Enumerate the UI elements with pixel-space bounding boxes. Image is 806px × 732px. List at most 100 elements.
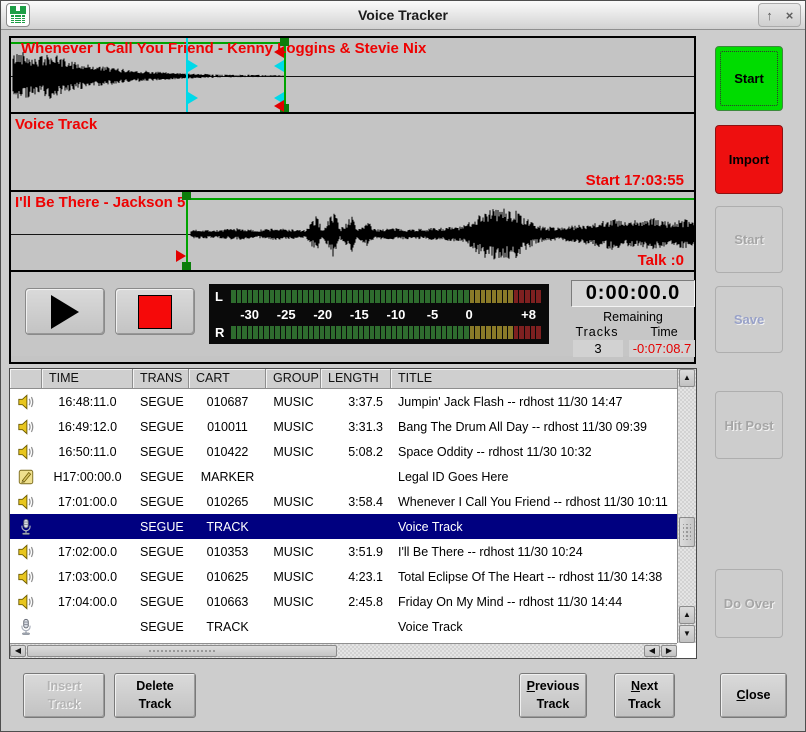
stop-button[interactable]: [115, 288, 195, 335]
column-header-title[interactable]: TITLE: [391, 369, 696, 389]
meter-segment: [325, 290, 330, 303]
meter-segment: [486, 290, 491, 303]
table-row[interactable]: H17:00:00.0SEGUEMARKERLegal ID Goes Here: [10, 464, 677, 489]
start-record-button[interactable]: Start: [715, 46, 783, 111]
scroll-right-button[interactable]: ▶: [661, 645, 677, 657]
meter-segment: [492, 290, 497, 303]
level-rubberband-line[interactable]: [186, 198, 694, 200]
table-row[interactable]: 16:49:12.0SEGUE010011MUSIC3:31.3Bang The…: [10, 414, 677, 439]
meter-segment: [397, 290, 402, 303]
next-track-button[interactable]: NextTrack: [614, 673, 675, 718]
meter-segment: [431, 290, 436, 303]
start-playback-button[interactable]: Start: [715, 206, 783, 273]
previous-track-button[interactable]: PreviousTrack: [519, 673, 587, 718]
start-time-label: Start 17:03:55: [586, 172, 684, 189]
meter-segment: [320, 326, 325, 339]
meter-segment: [403, 290, 408, 303]
meter-segment: [270, 326, 275, 339]
meter-segment: [436, 290, 441, 303]
window-title: Voice Tracker: [1, 7, 805, 23]
scroll-left-button-2[interactable]: ◀: [644, 645, 660, 657]
meter-segment: [486, 326, 491, 339]
meter-segment: [375, 326, 380, 339]
column-header-trans[interactable]: TRANS: [133, 369, 189, 389]
play-button[interactable]: [25, 288, 105, 335]
waveform-panel-previous-cart[interactable]: Whenever I Call You Friend - Kenny Loggi…: [11, 38, 694, 114]
segue-marker-arrow[interactable]: [188, 92, 198, 104]
meter-segment: [464, 326, 469, 339]
horizontal-scrollbar[interactable]: ◀ ◀ ▶: [10, 643, 677, 658]
fade-marker-arrow[interactable]: [274, 46, 284, 58]
table-row[interactable]: SEGUETRACKVoice Track: [10, 514, 677, 539]
delete-track-button[interactable]: DeleteTrack: [114, 673, 196, 718]
meter-segment: [386, 326, 391, 339]
column-header-length[interactable]: LENGTH: [321, 369, 391, 389]
close-button[interactable]: Close: [720, 673, 787, 718]
button-label: Insert: [47, 678, 81, 696]
meter-left-segments: [231, 290, 541, 303]
vertical-scroll-thumb[interactable]: [679, 517, 695, 547]
meter-segment: [531, 290, 536, 303]
meter-segment: [497, 326, 502, 339]
cell-trans: SEGUE: [133, 520, 189, 534]
button-label: Track: [537, 696, 570, 714]
titlebar[interactable]: Voice Tracker ↑ ×: [1, 1, 805, 30]
cell-title: Total Eclipse Of The Heart -- rdhost 11/…: [391, 570, 677, 584]
cell-trans: SEGUE: [133, 470, 189, 484]
meter-segment: [314, 326, 319, 339]
scroll-up-button-2[interactable]: ▲: [679, 606, 695, 624]
left-arrow-icon: ◀: [649, 647, 655, 655]
meter-segment: [536, 290, 541, 303]
meter-segment: [292, 326, 297, 339]
marker-handle[interactable]: [182, 192, 191, 200]
table-row[interactable]: 17:03:00.0SEGUE010625MUSIC4:23.1Total Ec…: [10, 564, 677, 589]
table-row[interactable]: 17:04:00.0SEGUE010663MUSIC2:45.8Friday O…: [10, 589, 677, 614]
do-over-button[interactable]: Do Over: [715, 569, 783, 638]
meter-segment: [286, 326, 291, 339]
table-row[interactable]: SEGUETRACKVoice Track: [10, 614, 677, 639]
track-start-marker-line[interactable]: [186, 192, 188, 270]
import-button[interactable]: Import: [715, 125, 783, 194]
waveform-panel-next-cart[interactable]: I'll Be There - Jackson 5 Talk :0: [11, 192, 694, 272]
segue-end-marker-arrow[interactable]: [274, 60, 284, 72]
segue-marker-arrow[interactable]: [188, 60, 198, 72]
right-arrow-icon: ▶: [666, 647, 672, 655]
meter-segment: [442, 290, 447, 303]
transport-strip: L -30-25-20-15-10-50+8 R 0:00:00.0 Remai…: [11, 272, 694, 356]
marker-handle[interactable]: [280, 38, 289, 46]
remaining-time-label: Time: [633, 325, 695, 339]
button-label: Delete: [136, 678, 174, 696]
insert-track-button[interactable]: InsertTrack: [23, 673, 105, 718]
table-row[interactable]: 16:50:11.0SEGUE010422MUSIC5:08.2Space Od…: [10, 439, 677, 464]
column-header-group[interactable]: GROUP: [266, 369, 321, 389]
log-rows: 16:48:11.0SEGUE010687MUSIC3:37.5Jumpin' …: [10, 389, 677, 643]
start-marker-arrow[interactable]: [176, 250, 186, 262]
cell-trans: SEGUE: [133, 420, 189, 434]
shade-window-button[interactable]: ↑: [760, 5, 779, 25]
hit-post-button[interactable]: Hit Post: [715, 391, 783, 459]
scroll-down-button[interactable]: ▼: [679, 625, 695, 643]
save-button[interactable]: Save: [715, 286, 783, 353]
column-header-cart[interactable]: CART: [189, 369, 266, 389]
fade-marker-arrow[interactable]: [274, 100, 284, 112]
table-row[interactable]: 17:02:00.0SEGUE010353MUSIC3:51.9I'll Be …: [10, 539, 677, 564]
waveform-panel-voice-track[interactable]: Voice Track Start 17:03:55: [11, 114, 694, 192]
meter-segment: [481, 290, 486, 303]
scroll-left-button[interactable]: ◀: [10, 645, 26, 657]
column-header-time[interactable]: TIME: [42, 369, 133, 389]
scroll-up-button[interactable]: ▲: [679, 369, 695, 387]
marker-handle[interactable]: [182, 262, 191, 270]
table-row[interactable]: 17:01:00.0SEGUE010265MUSIC3:58.4Whenever…: [10, 489, 677, 514]
cell-cart: MARKER: [189, 470, 266, 484]
meter-segment: [431, 326, 436, 339]
table-row[interactable]: 16:48:11.0SEGUE010687MUSIC3:37.5Jumpin' …: [10, 389, 677, 414]
button-label: Start: [734, 232, 764, 247]
close-window-button[interactable]: ×: [780, 5, 799, 25]
vertical-scrollbar[interactable]: ▲ ▲ ▼: [677, 369, 696, 643]
horizontal-scroll-thumb[interactable]: [27, 645, 337, 657]
track-title-next: I'll Be There - Jackson 5: [15, 194, 185, 211]
waveform-group: Whenever I Call You Friend - Kenny Loggi…: [9, 36, 696, 364]
meter-segment: [253, 326, 258, 339]
meter-segment: [275, 290, 280, 303]
column-header-icon[interactable]: [10, 369, 42, 389]
